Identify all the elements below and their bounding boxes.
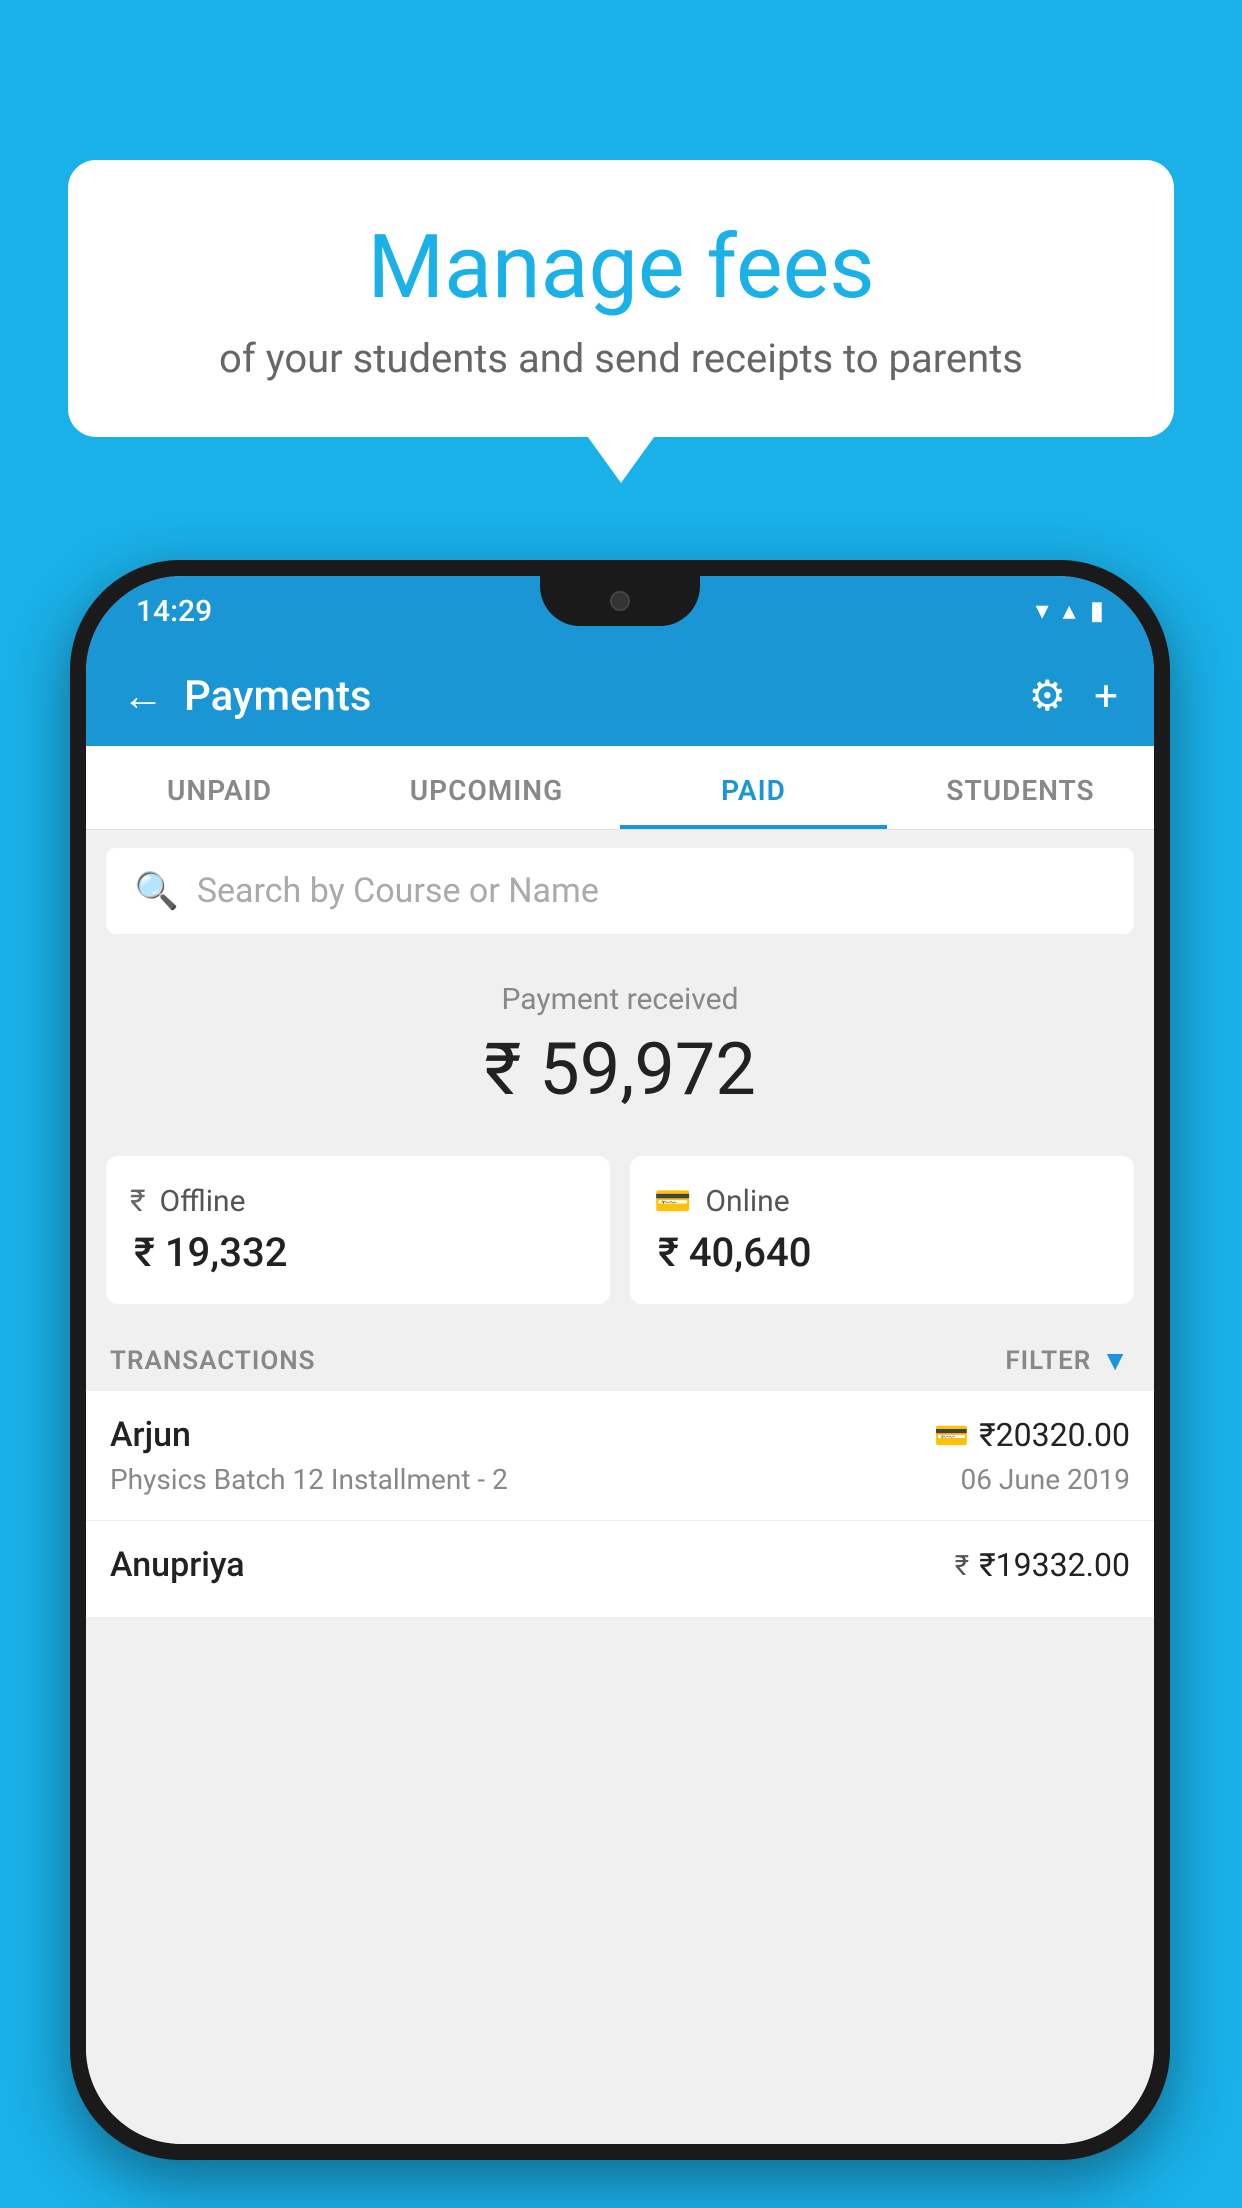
tab-upcoming[interactable]: UPCOMING <box>353 746 620 829</box>
phone-frame: 14:29 ▾ ▴ ▮ ← Payments ⚙ + UNPAID UPCOMI… <box>70 560 1170 2160</box>
online-label: Online <box>705 1184 789 1219</box>
back-button[interactable]: ← <box>122 672 164 721</box>
transaction-date: 06 June 2019 <box>960 1463 1130 1496</box>
filter-label: FILTER <box>1005 1346 1091 1376</box>
transaction-course: Physics Batch 12 Installment - 2 <box>110 1463 508 1496</box>
app-bar-actions: ⚙ + <box>1029 671 1119 721</box>
transaction-amount-wrap: 💳 ₹20320.00 <box>934 1416 1130 1454</box>
settings-button[interactable]: ⚙ <box>1029 671 1067 721</box>
transaction-item[interactable]: Anupriya ₹ ₹19332.00 <box>86 1521 1154 1618</box>
offline-card-header: ₹ Offline <box>130 1184 586 1219</box>
online-amount: ₹ 40,640 <box>654 1229 1110 1276</box>
status-time: 14:29 <box>136 594 212 629</box>
signal-icon: ▴ <box>1063 596 1076 626</box>
transaction-row-1: Anupriya ₹ ₹19332.00 <box>110 1545 1130 1585</box>
payment-received-label: Payment received <box>116 982 1124 1017</box>
offline-icon: ₹ <box>130 1184 146 1219</box>
tab-students[interactable]: STUDENTS <box>887 746 1154 829</box>
online-card: 💳 Online ₹ 40,640 <box>630 1156 1134 1304</box>
battery-icon: ▮ <box>1090 596 1104 626</box>
payment-summary: Payment received ₹ 59,972 <box>86 952 1154 1156</box>
app-bar: ← Payments ⚙ + <box>86 646 1154 746</box>
filter-button[interactable]: FILTER ▼ <box>1005 1344 1130 1377</box>
search-bar[interactable]: 🔍 Search by Course or Name <box>106 848 1134 934</box>
search-icon: 🔍 <box>134 870 179 912</box>
transaction-item[interactable]: Arjun 💳 ₹20320.00 Physics Batch 12 Insta… <box>86 1391 1154 1521</box>
wifi-icon: ▾ <box>1036 596 1049 626</box>
speech-bubble-subtitle: of your students and send receipts to pa… <box>118 335 1124 382</box>
search-placeholder: Search by Course or Name <box>197 871 599 911</box>
payment-total-amount: ₹ 59,972 <box>116 1027 1124 1112</box>
tabs: UNPAID UPCOMING PAID STUDENTS <box>86 746 1154 830</box>
cash-payment-icon: ₹ <box>955 1549 969 1582</box>
tab-paid[interactable]: PAID <box>620 746 887 829</box>
transaction-name: Anupriya <box>110 1545 245 1585</box>
online-card-header: 💳 Online <box>654 1184 1110 1219</box>
speech-bubble: Manage fees of your students and send re… <box>68 160 1174 437</box>
transaction-row-2: Physics Batch 12 Installment - 2 06 June… <box>110 1463 1130 1496</box>
offline-card: ₹ Offline ₹ 19,332 <box>106 1156 610 1304</box>
online-icon: 💳 <box>654 1184 691 1219</box>
transactions-label: TRANSACTIONS <box>110 1346 316 1376</box>
notch <box>540 576 700 626</box>
app-bar-title: Payments <box>184 672 1029 721</box>
camera-dot <box>610 591 630 611</box>
offline-label: Offline <box>160 1184 246 1219</box>
speech-bubble-title: Manage fees <box>118 220 1124 317</box>
transaction-amount-wrap: ₹ ₹19332.00 <box>955 1546 1130 1584</box>
card-payment-icon: 💳 <box>934 1419 969 1452</box>
status-icons: ▾ ▴ ▮ <box>1036 596 1104 626</box>
content-area: 🔍 Search by Course or Name Payment recei… <box>86 830 1154 2144</box>
add-button[interactable]: + <box>1094 672 1118 721</box>
transaction-name: Arjun <box>110 1415 191 1455</box>
tab-unpaid[interactable]: UNPAID <box>86 746 353 829</box>
transaction-row-1: Arjun 💳 ₹20320.00 <box>110 1415 1130 1455</box>
filter-icon: ▼ <box>1101 1344 1130 1377</box>
payment-cards-row: ₹ Offline ₹ 19,332 💳 Online ₹ 40,640 <box>86 1156 1154 1324</box>
transactions-header: TRANSACTIONS FILTER ▼ <box>86 1324 1154 1391</box>
transaction-amount: ₹19332.00 <box>979 1546 1130 1584</box>
status-bar: 14:29 ▾ ▴ ▮ <box>86 576 1154 646</box>
transaction-amount: ₹20320.00 <box>979 1416 1130 1454</box>
offline-amount: ₹ 19,332 <box>130 1229 586 1276</box>
phone-inner: 14:29 ▾ ▴ ▮ ← Payments ⚙ + UNPAID UPCOMI… <box>86 576 1154 2144</box>
